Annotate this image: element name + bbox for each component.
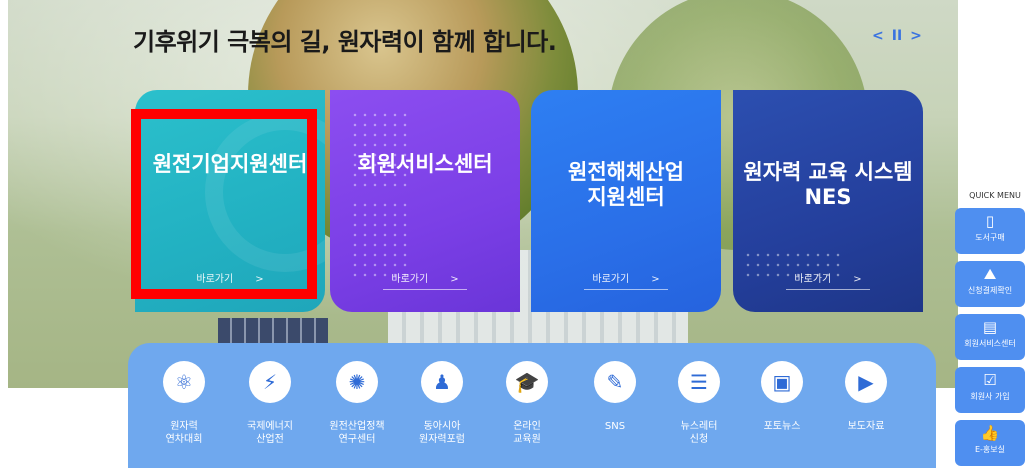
quick-menu-member-join[interactable]: ☑ 회원사 가입 [955, 367, 1025, 413]
arrow-right-icon: > [853, 274, 862, 285]
dot-pattern [350, 200, 410, 280]
link-label: 포토뉴스 [763, 421, 801, 432]
link-label: 온라인 교육원 [513, 421, 541, 445]
link-label: 국제에너지 산업전 [247, 421, 293, 445]
quick-menu-label: 회원서비스센터 [964, 339, 1016, 348]
quick-menu-label: 회원사 가입 [970, 392, 1010, 401]
book-icon: ▯ [985, 212, 995, 230]
link-label: 동아시아 원자력포럼 [419, 421, 465, 445]
card-decommissioning-support[interactable]: 원전해체산업 지원센터 바로가기 > [531, 90, 721, 312]
quick-menu-title: QUICK MENU [969, 191, 1021, 200]
shortcut-link[interactable]: 바로가기 > [383, 270, 467, 290]
newsletter-icon: ☰ [678, 361, 720, 403]
slider-pause-button[interactable]: II [892, 28, 902, 44]
quick-menu-member-service[interactable]: ▤ 회원서비스센터 [955, 314, 1025, 360]
press-icon: ▶ [845, 361, 887, 403]
shortcut-link[interactable]: 바로가기 > [786, 270, 870, 290]
link-policy-center[interactable]: ✺ 원전산업정책 연구센터 [317, 361, 397, 446]
link-label: 보도자료 [847, 421, 885, 432]
link-sns[interactable]: ✎ SNS [575, 361, 655, 433]
shortcut-link[interactable]: 바로가기 > [188, 270, 272, 290]
quick-menu-payment-check[interactable]: ⛰ 신청결제확인 [955, 261, 1025, 307]
card-title: 원전기업지원센터 [152, 152, 308, 176]
shortcut-label: 바로가기 [391, 274, 429, 285]
link-label: 뉴스레터 신청 [680, 421, 718, 445]
card-member-service[interactable]: 회원서비스센터 바로가기 > [330, 90, 520, 312]
link-annual-conference[interactable]: ⚛ 원자력 연차대회 [144, 361, 224, 446]
dot-pattern [350, 110, 410, 190]
card-title: 원전해체산업 지원센터 [568, 160, 684, 210]
sns-icon: ✎ [594, 361, 636, 403]
link-label: 원자력 연차대회 [165, 421, 203, 445]
arrow-right-icon: > [255, 274, 264, 285]
shortcut-link[interactable]: 바로가기 > [584, 270, 668, 290]
policy-icon: ✺ [336, 361, 378, 403]
online-edu-icon: 🎓 [506, 361, 548, 403]
card-nes-education[interactable]: 원자력 교육 시스템 NES 바로가기 > [733, 90, 923, 312]
link-east-asia-forum[interactable]: ♟ 동아시아 원자력포럼 [402, 361, 482, 446]
quick-links-bar: ⚛ 원자력 연차대회 ⚡ 국제에너지 산업전 ✺ 원전산업정책 연구센터 ♟ 동… [128, 343, 936, 468]
link-photo-news[interactable]: ▣ 포토뉴스 [742, 361, 822, 433]
quick-menu-e-pr[interactable]: 👍 E-홍보실 [955, 420, 1025, 466]
card-title: 회원서비스센터 [357, 152, 493, 176]
slider-prev-button[interactable]: < [872, 28, 884, 44]
card-nuclear-company-support[interactable]: 원전기업지원센터 바로가기 > [135, 90, 325, 312]
forum-icon: ♟ [421, 361, 463, 403]
thumbs-up-icon: 👍 [980, 424, 1000, 442]
card-title: 원자력 교육 시스템 NES [743, 160, 913, 210]
slider-next-button[interactable]: > [910, 28, 922, 44]
link-energy-expo[interactable]: ⚡ 국제에너지 산업전 [230, 361, 310, 446]
quick-menu-label: 신청결제확인 [967, 286, 1013, 295]
arrow-right-icon: > [450, 274, 459, 285]
page-headline: 기후위기 극복의 길, 원자력이 함께 합니다. [133, 28, 557, 56]
quick-menu-book-purchase[interactable]: ▯ 도서구매 [955, 208, 1025, 254]
link-newsletter[interactable]: ☰ 뉴스레터 신청 [659, 361, 739, 446]
member-card-icon: ▤ [982, 318, 998, 336]
link-online-education[interactable]: 🎓 온라인 교육원 [487, 361, 567, 446]
atom-icon: ⚛ [163, 361, 205, 403]
quick-menu-label: E-홍보실 [974, 445, 1006, 454]
photo-news-icon: ▣ [761, 361, 803, 403]
quick-menu-label: 도서구매 [975, 233, 1005, 242]
card-decoration [205, 112, 325, 272]
check-icon: ☑ [983, 371, 997, 389]
shortcut-label: 바로가기 [794, 274, 832, 285]
link-press-release[interactable]: ▶ 보도자료 [826, 361, 906, 433]
link-label: 원전산업정책 연구센터 [329, 421, 385, 445]
energy-icon: ⚡ [249, 361, 291, 403]
link-label: SNS [604, 421, 626, 432]
shortcut-label: 바로가기 [196, 274, 234, 285]
slider-controls: < II > [872, 28, 922, 44]
map-icon: ⛰ [983, 265, 997, 283]
shortcut-label: 바로가기 [592, 274, 630, 285]
arrow-right-icon: > [651, 274, 660, 285]
